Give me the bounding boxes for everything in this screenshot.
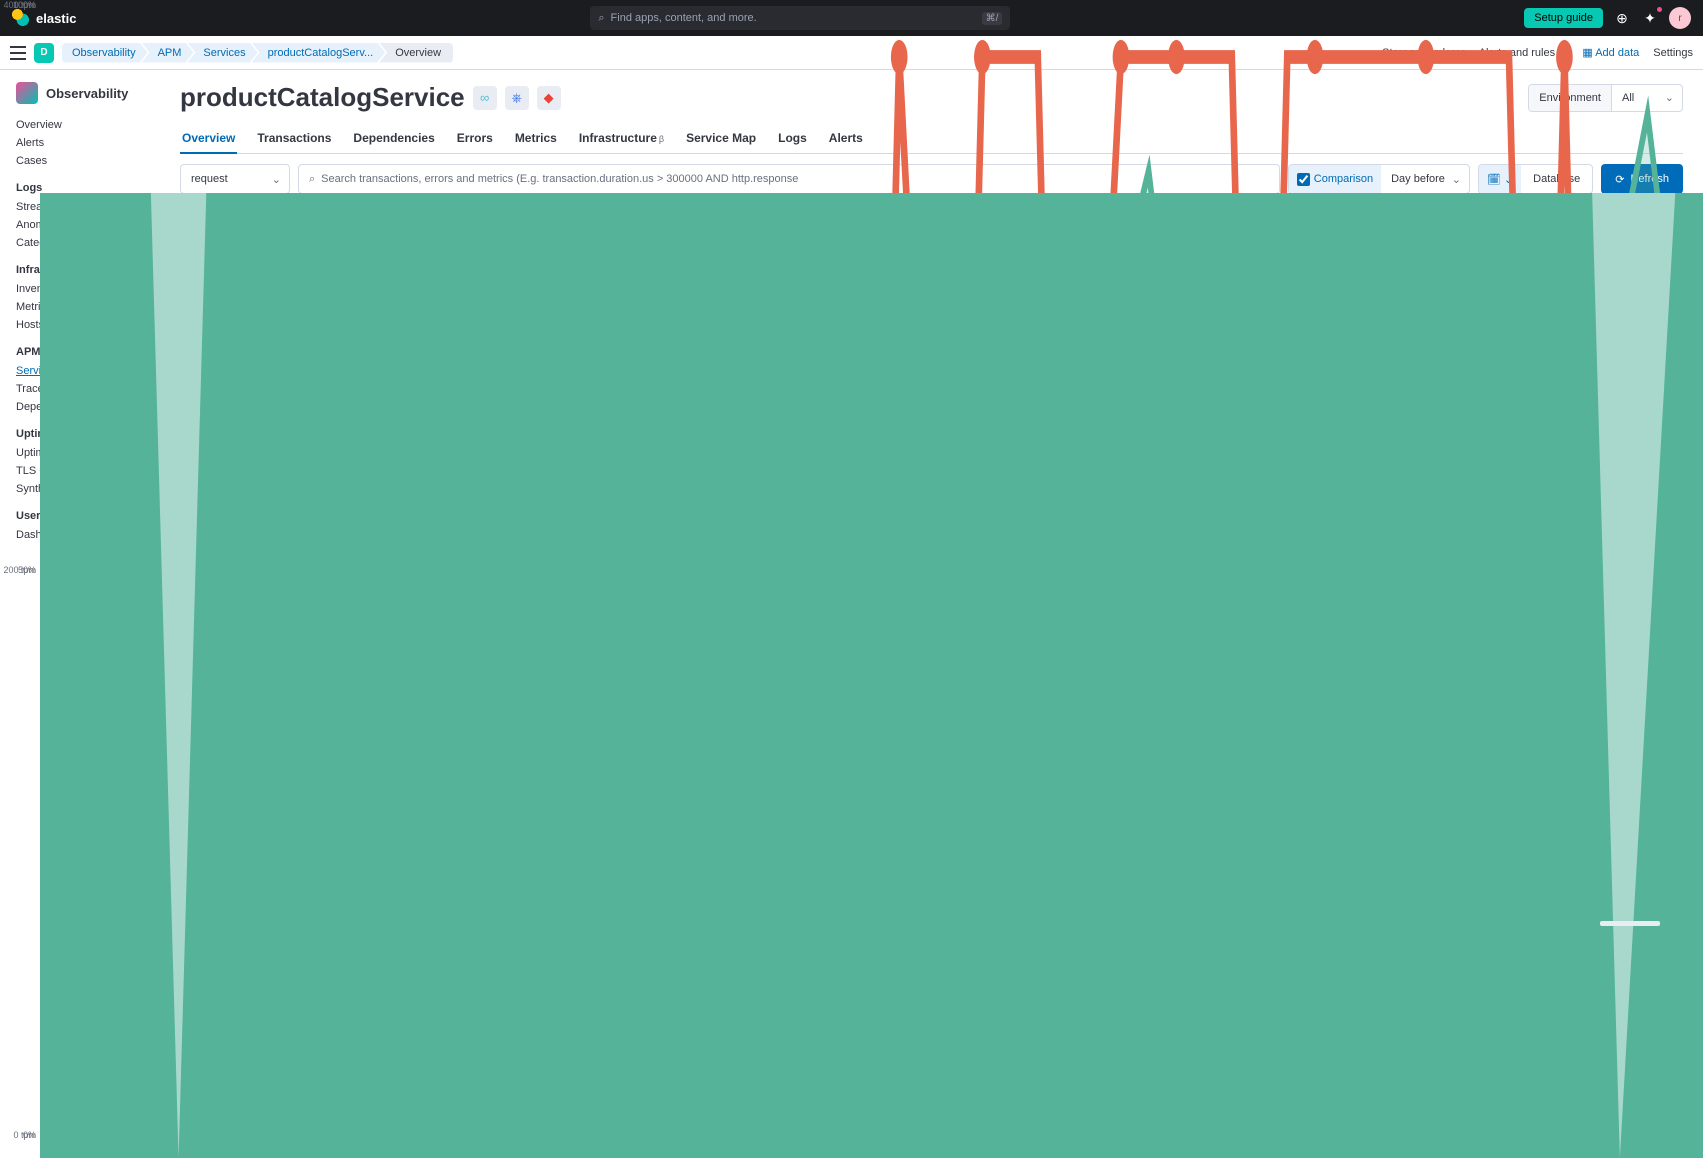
spantime-chart	[40, 0, 1703, 1158]
span-time-panel: Time spent by span type ⓘ 100%	[180, 843, 530, 953]
main-content: productCatalogService ∞ ⎈ ◆ Environment …	[160, 70, 1703, 977]
